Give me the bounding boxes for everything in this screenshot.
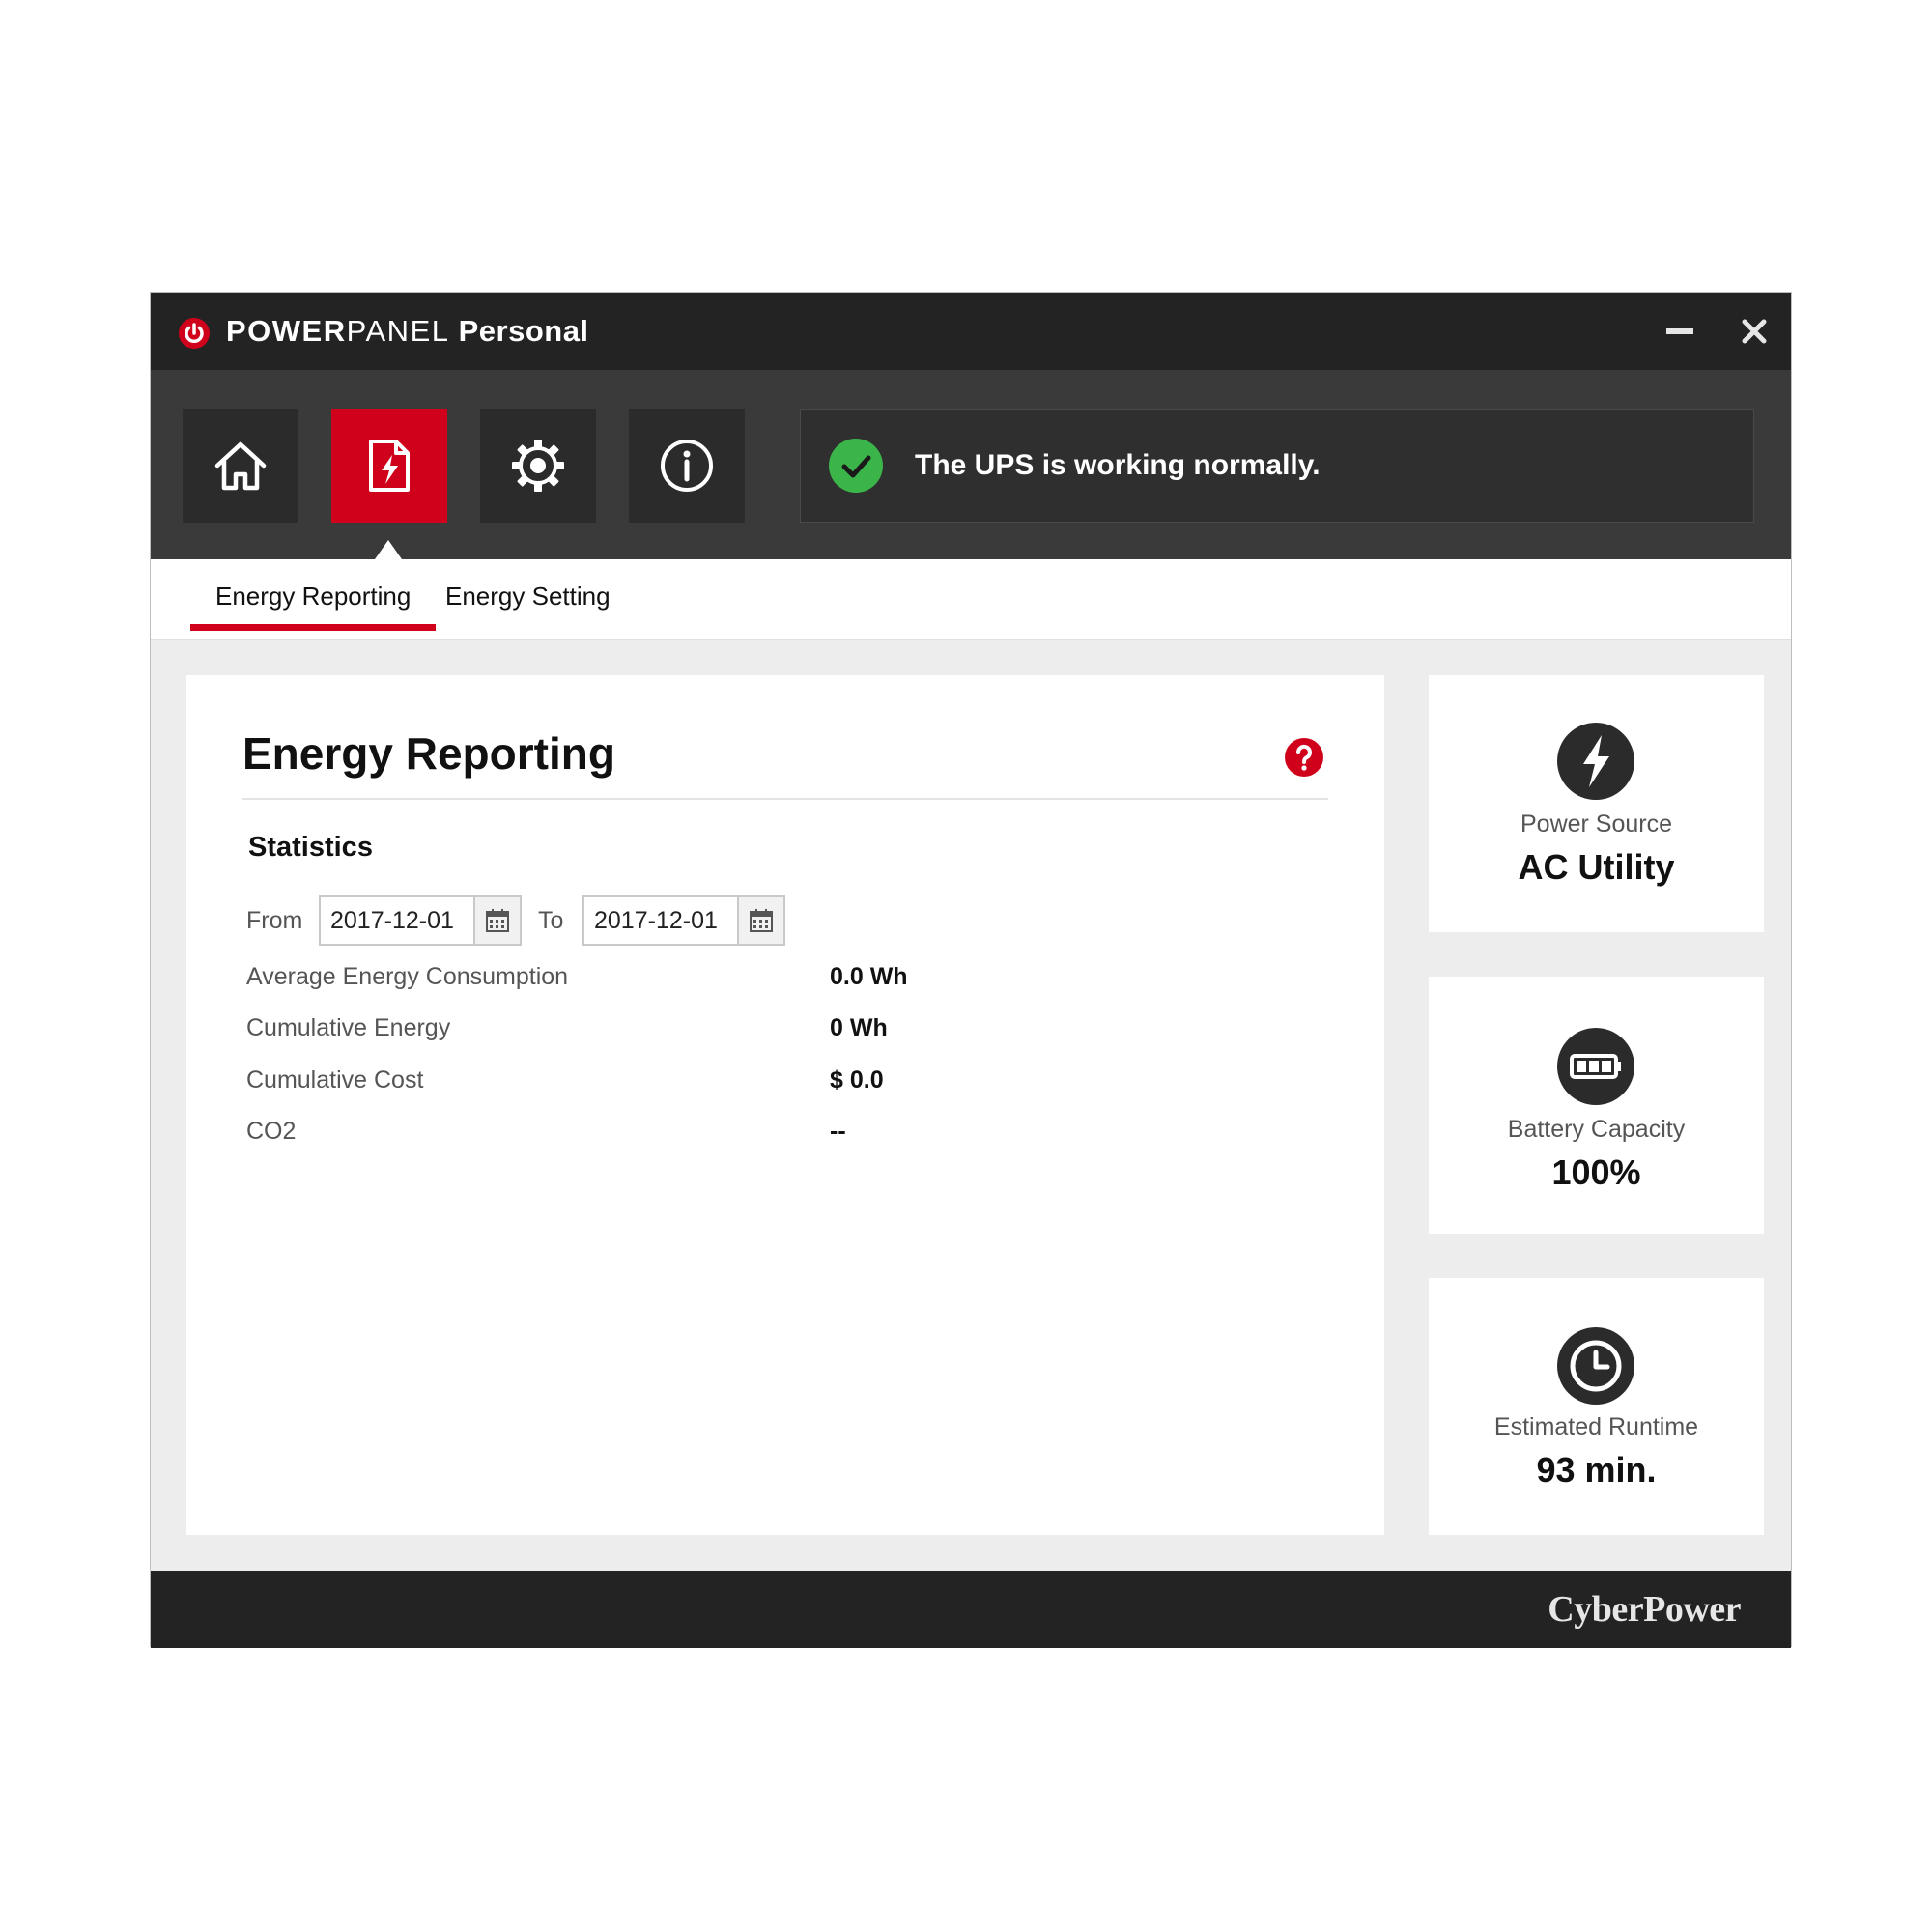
page-title: Energy Reporting — [242, 728, 615, 779]
title-divider — [242, 798, 1328, 800]
minimize-icon[interactable] — [1661, 312, 1699, 351]
gear-icon — [512, 440, 564, 492]
stat-label: Average Energy Consumption — [246, 963, 569, 990]
tab-energy-setting[interactable]: Energy Setting — [445, 559, 611, 639]
nav-info-button[interactable] — [629, 409, 745, 523]
help-icon[interactable] — [1284, 737, 1324, 778]
battery-capacity-label: Battery Capacity — [1507, 1116, 1686, 1143]
power-source-value: AC Utility — [1518, 847, 1675, 887]
info-icon — [661, 440, 713, 492]
battery-capacity-value: 100% — [1551, 1152, 1641, 1192]
estimated-runtime-value: 93 min. — [1536, 1450, 1657, 1490]
nav-bar: The UPS is working normally. — [151, 370, 1791, 559]
to-date-input[interactable] — [584, 897, 737, 944]
section-title-statistics: Statistics — [248, 832, 373, 863]
brand-logo: CyberPower — [1548, 1589, 1741, 1630]
to-label: To — [538, 907, 564, 934]
app-window: POWERPANEL Personal The UPS is working n… — [150, 292, 1792, 1648]
energy-reporting-panel: Energy Reporting Statistics From 2017-12… — [186, 675, 1384, 1535]
nav-settings-button[interactable] — [480, 409, 596, 523]
tab-energy-reporting[interactable]: Energy Reporting — [189, 559, 437, 639]
to-calendar-button[interactable] — [737, 897, 783, 944]
app-title-power: POWER — [226, 314, 347, 348]
from-label: From — [246, 907, 303, 934]
app-title-panel: PANEL — [346, 314, 450, 348]
nav-home-button[interactable] — [183, 409, 298, 523]
stat-row-co2: CO2 -- — [246, 1118, 1116, 1156]
status-message: The UPS is working normally. — [915, 449, 1321, 481]
stat-value: -- — [830, 1118, 846, 1145]
power-source-card: Power Source AC Utility — [1429, 675, 1764, 932]
clock-icon — [1557, 1327, 1634, 1405]
to-date-picker — [582, 895, 785, 946]
nav-energy-button[interactable] — [331, 409, 447, 523]
stat-value: 0 Wh — [830, 1014, 888, 1041]
power-source-label: Power Source — [1520, 810, 1673, 838]
stat-row-cumulative-cost: Cumulative Cost $ 0.0 — [246, 1066, 1116, 1105]
from-calendar-button[interactable] — [473, 897, 520, 944]
footer-bar: CyberPower — [151, 1571, 1791, 1648]
check-circle-icon — [829, 439, 883, 493]
nav-active-pointer — [375, 540, 402, 559]
battery-capacity-card: Battery Capacity 100% — [1429, 977, 1764, 1234]
app-title: POWERPANEL Personal — [226, 293, 589, 370]
calendar-icon — [486, 909, 509, 932]
stat-value: 0.0 Wh — [830, 963, 908, 990]
app-title-personal: Personal — [449, 314, 589, 348]
close-icon[interactable] — [1735, 312, 1774, 351]
title-bar: POWERPANEL Personal — [151, 293, 1791, 370]
lightning-icon — [1557, 723, 1634, 800]
status-panel: The UPS is working normally. — [800, 409, 1754, 523]
home-icon — [214, 441, 267, 491]
estimated-runtime-label: Estimated Runtime — [1493, 1413, 1699, 1440]
calendar-icon — [750, 909, 773, 932]
power-logo-icon — [179, 318, 210, 349]
estimated-runtime-card: Estimated Runtime 93 min. — [1429, 1278, 1764, 1535]
stat-row-average-energy: Average Energy Consumption 0.0 Wh — [246, 963, 1116, 1002]
battery-icon — [1557, 1028, 1634, 1105]
stat-label: CO2 — [246, 1118, 297, 1145]
energy-report-icon — [369, 440, 410, 492]
stat-label: Cumulative Energy — [246, 1014, 451, 1041]
stat-label: Cumulative Cost — [246, 1066, 424, 1094]
stat-row-cumulative-energy: Cumulative Energy 0 Wh — [246, 1014, 1116, 1053]
sub-tab-bar: Energy Reporting Energy Setting — [151, 559, 1791, 640]
from-date-input[interactable] — [321, 897, 473, 944]
from-date-picker — [319, 895, 522, 946]
date-range-row: From To — [246, 895, 923, 946]
stat-value: $ 0.0 — [830, 1066, 884, 1094]
